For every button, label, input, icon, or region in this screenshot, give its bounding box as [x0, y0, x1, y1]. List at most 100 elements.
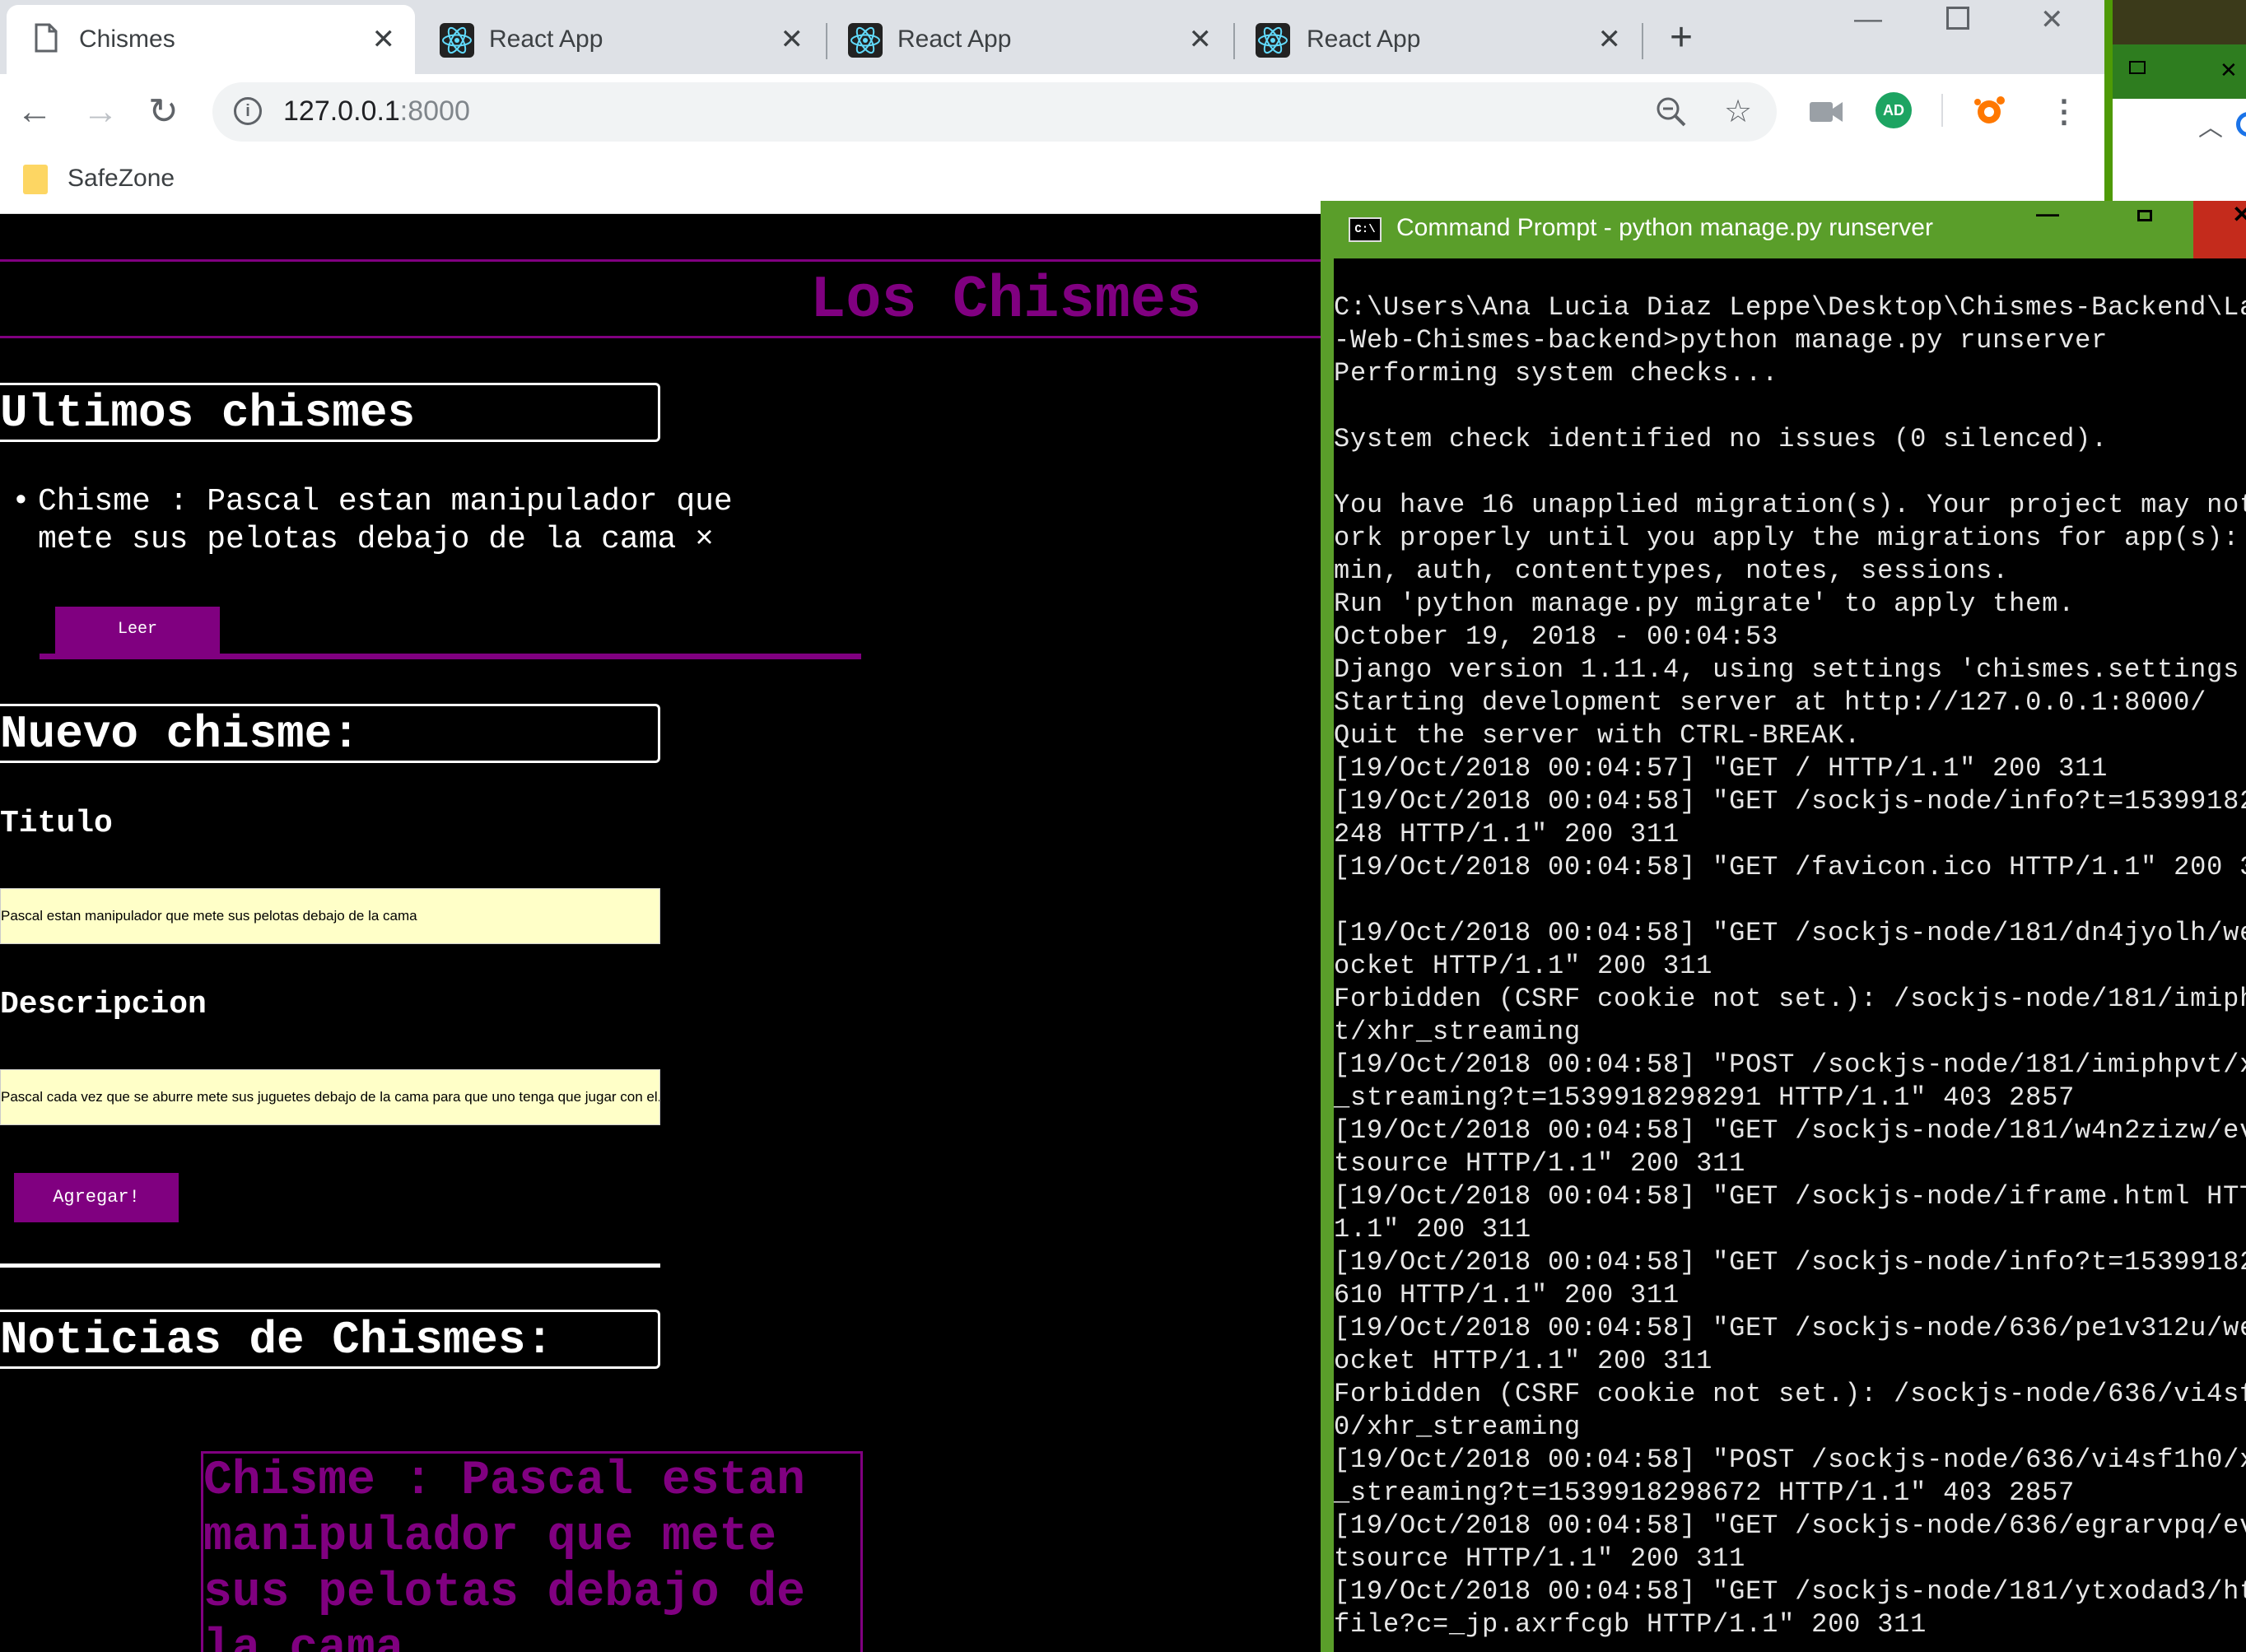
- read-button[interactable]: Leer: [55, 607, 220, 654]
- menu-kebab-icon[interactable]: ⋮: [2048, 95, 2080, 128]
- latest-gossip-heading: Ultimos chismes: [0, 387, 416, 440]
- news-card[interactable]: Chisme : Pascal estan manipulador que me…: [201, 1451, 863, 1652]
- cmd-output[interactable]: C:\Users\Ana Lucia Diaz Leppe\Desktop\Ch…: [1334, 291, 2246, 1641]
- close-icon[interactable]: ✕: [1189, 26, 1213, 54]
- forward-arrow-icon[interactable]: →: [82, 92, 119, 132]
- new-gossip-heading: Nuevo chisme:: [0, 708, 360, 761]
- cmd-line: ocket HTTP/1.1" 200 311: [1334, 1346, 1713, 1376]
- cmd-line: [19/Oct/2018 00:04:58] "GET /sockjs-node…: [1334, 918, 2246, 948]
- cmd-line: [19/Oct/2018 00:04:58] "GET /favicon.ico…: [1334, 852, 2246, 882]
- minimize-icon[interactable]: —: [1854, 3, 1882, 35]
- react-icon: [1256, 23, 1290, 58]
- command-prompt-window[interactable]: C:\ Command Prompt - python manage.py ru…: [1321, 201, 2246, 1652]
- delete-icon[interactable]: ×: [695, 522, 714, 557]
- close-icon[interactable]: ✕: [1598, 26, 1622, 54]
- bookmark-safezone[interactable]: SafeZone: [68, 165, 175, 193]
- tab-separator: [1642, 23, 1643, 59]
- background-window[interactable]: ✕ ︿: [2104, 0, 2246, 201]
- tab-react-app-3[interactable]: React App ✕: [1237, 5, 1641, 74]
- maximize-icon[interactable]: [2129, 61, 2146, 74]
- cmd-line: [19/Oct/2018 00:04:58] "GET /sockjs-node…: [1334, 1510, 2246, 1541]
- cmd-line: 0/xhr_streaming: [1334, 1412, 1582, 1442]
- cmd-line: file?c=_jp.axrfcgb HTTP/1.1" 200 311: [1334, 1609, 1927, 1640]
- cmd-titlebar[interactable]: C:\ Command Prompt - python manage.py ru…: [1334, 201, 2246, 258]
- info-icon[interactable]: i: [234, 97, 262, 125]
- page-title: Los Chismes: [810, 267, 1202, 334]
- star-bookmark-icon[interactable]: ☆: [1724, 95, 1752, 128]
- react-icon: [848, 23, 883, 58]
- maximize-icon[interactable]: [1946, 7, 1969, 30]
- cmd-line: October 19, 2018 - 00:04:53: [1334, 621, 1779, 652]
- close-icon[interactable]: ✕: [2193, 201, 2246, 258]
- cmd-line: Quit the server with CTRL-BREAK.: [1334, 720, 1862, 751]
- tab-title: React App: [489, 26, 603, 53]
- cmd-line: 248 HTTP/1.1" 200 311: [1334, 819, 1680, 849]
- chevron-up-icon[interactable]: ︿: [2198, 107, 2223, 143]
- cmd-line: _streaming?t=1539918298291 HTTP/1.1" 403…: [1334, 1082, 2076, 1113]
- bullet: •: [12, 484, 30, 519]
- cmd-line: You have 16 unapplied migration(s). Your…: [1334, 490, 2246, 520]
- zoom-out-icon[interactable]: [1655, 95, 1688, 128]
- cmd-line: [19/Oct/2018 00:04:58] "GET /sockjs-node…: [1334, 786, 2246, 817]
- circle-icon: [2236, 112, 2246, 137]
- cmd-line: t/xhr_streaming: [1334, 1017, 1582, 1047]
- description-input[interactable]: Pascal cada vez que se aburre mete sus j…: [0, 1069, 660, 1125]
- close-icon[interactable]: ✕: [2220, 58, 2238, 83]
- adblock-extension-icon[interactable]: AD: [1876, 92, 1912, 128]
- cmd-line: min, auth, contenttypes, notes, sessions…: [1334, 556, 2010, 586]
- tab-react-app-2[interactable]: React App ✕: [830, 5, 1232, 74]
- cmd-line: 610 HTTP/1.1" 200 311: [1334, 1280, 1680, 1310]
- cmd-line: Forbidden (CSRF cookie not set.): /sockj…: [1334, 1379, 2246, 1409]
- cmd-line: [19/Oct/2018 00:04:58] "GET /sockjs-node…: [1334, 1313, 2246, 1343]
- url-text[interactable]: 127.0.0.1:8000: [283, 95, 470, 128]
- cmd-line: C:\Users\Ana Lucia Diaz Leppe\Desktop\Ch…: [1334, 292, 2246, 323]
- cmd-line: [19/Oct/2018 00:04:58] "POST /sockjs-nod…: [1334, 1445, 2246, 1475]
- cmd-line: [1334, 884, 2246, 917]
- latest-gossip-heading-box: Ultimos chismes: [0, 383, 660, 442]
- cmd-title: Command Prompt - python manage.py runser…: [1396, 214, 1933, 241]
- close-icon[interactable]: ✕: [372, 26, 396, 54]
- tab-title: React App: [897, 26, 1012, 53]
- reload-icon[interactable]: ↻: [148, 92, 179, 132]
- cmd-line: -Web-Chismes-backend>python manage.py ru…: [1334, 325, 2109, 356]
- cmd-line: Django version 1.11.4, using settings 'c…: [1334, 654, 2246, 685]
- tab-separator: [826, 23, 827, 59]
- background-thumbnail: [2113, 0, 2246, 44]
- add-button[interactable]: Agregar!: [14, 1173, 179, 1222]
- tab-react-app-1[interactable]: React App ✕: [422, 5, 823, 74]
- react-icon: [440, 23, 474, 58]
- news-heading: Noticias de Chismes:: [0, 1314, 554, 1366]
- cmd-line: _streaming?t=1539918298672 HTTP/1.1" 403…: [1334, 1477, 2076, 1508]
- cmd-line: tsource HTTP/1.1" 200 311: [1334, 1148, 1746, 1179]
- cmd-line: [19/Oct/2018 00:04:58] "GET /sockjs-node…: [1334, 1247, 2246, 1277]
- tab-title: Chismes: [79, 26, 175, 53]
- tab-separator: [1233, 23, 1235, 59]
- gossip-item-text: Chisme : Pascal estan manipulador que me…: [38, 484, 733, 557]
- toolbar-divider: [1941, 94, 1943, 127]
- minimize-icon[interactable]: —: [1999, 201, 2096, 258]
- window-close-icon[interactable]: ✕: [2040, 3, 2064, 36]
- new-tab-plus-icon[interactable]: +: [1670, 18, 1693, 58]
- camera-icon[interactable]: [1808, 97, 1844, 127]
- new-gossip-heading-box: Nuevo chisme:: [0, 704, 660, 763]
- site-header: Los Chismes: [0, 259, 1334, 338]
- folder-icon: [23, 165, 48, 194]
- maximize-icon[interactable]: [2096, 201, 2193, 258]
- cmd-line: Run 'python manage.py migrate' to apply …: [1334, 589, 2076, 619]
- cmd-line: Forbidden (CSRF cookie not set.): /sockj…: [1334, 984, 2246, 1014]
- cmd-line: Performing system checks...: [1334, 358, 1779, 389]
- title-input[interactable]: Pascal estan manipulador que mete sus pe…: [0, 888, 660, 944]
- avast-extension-icon[interactable]: [1971, 92, 2007, 128]
- tab-chismes[interactable]: Chismes ✕: [7, 5, 415, 74]
- back-arrow-icon[interactable]: ←: [16, 92, 53, 132]
- cmd-line: [1334, 456, 2246, 489]
- cmd-line: [1334, 390, 2246, 423]
- address-bar[interactable]: i 127.0.0.1:8000: [212, 82, 1777, 142]
- close-icon[interactable]: ✕: [781, 26, 804, 54]
- tab-strip: Chismes ✕ React App ✕ React App ✕ React …: [0, 0, 2104, 74]
- title-label: Titulo: [0, 806, 113, 841]
- cmd-line: Starting development server at http://12…: [1334, 687, 2207, 718]
- cmd-line: [19/Oct/2018 00:04:57] "GET / HTTP/1.1" …: [1334, 753, 2109, 784]
- cmd-line: [19/Oct/2018 00:04:58] "GET /sockjs-node…: [1334, 1181, 2246, 1212]
- read-divider: [40, 654, 861, 659]
